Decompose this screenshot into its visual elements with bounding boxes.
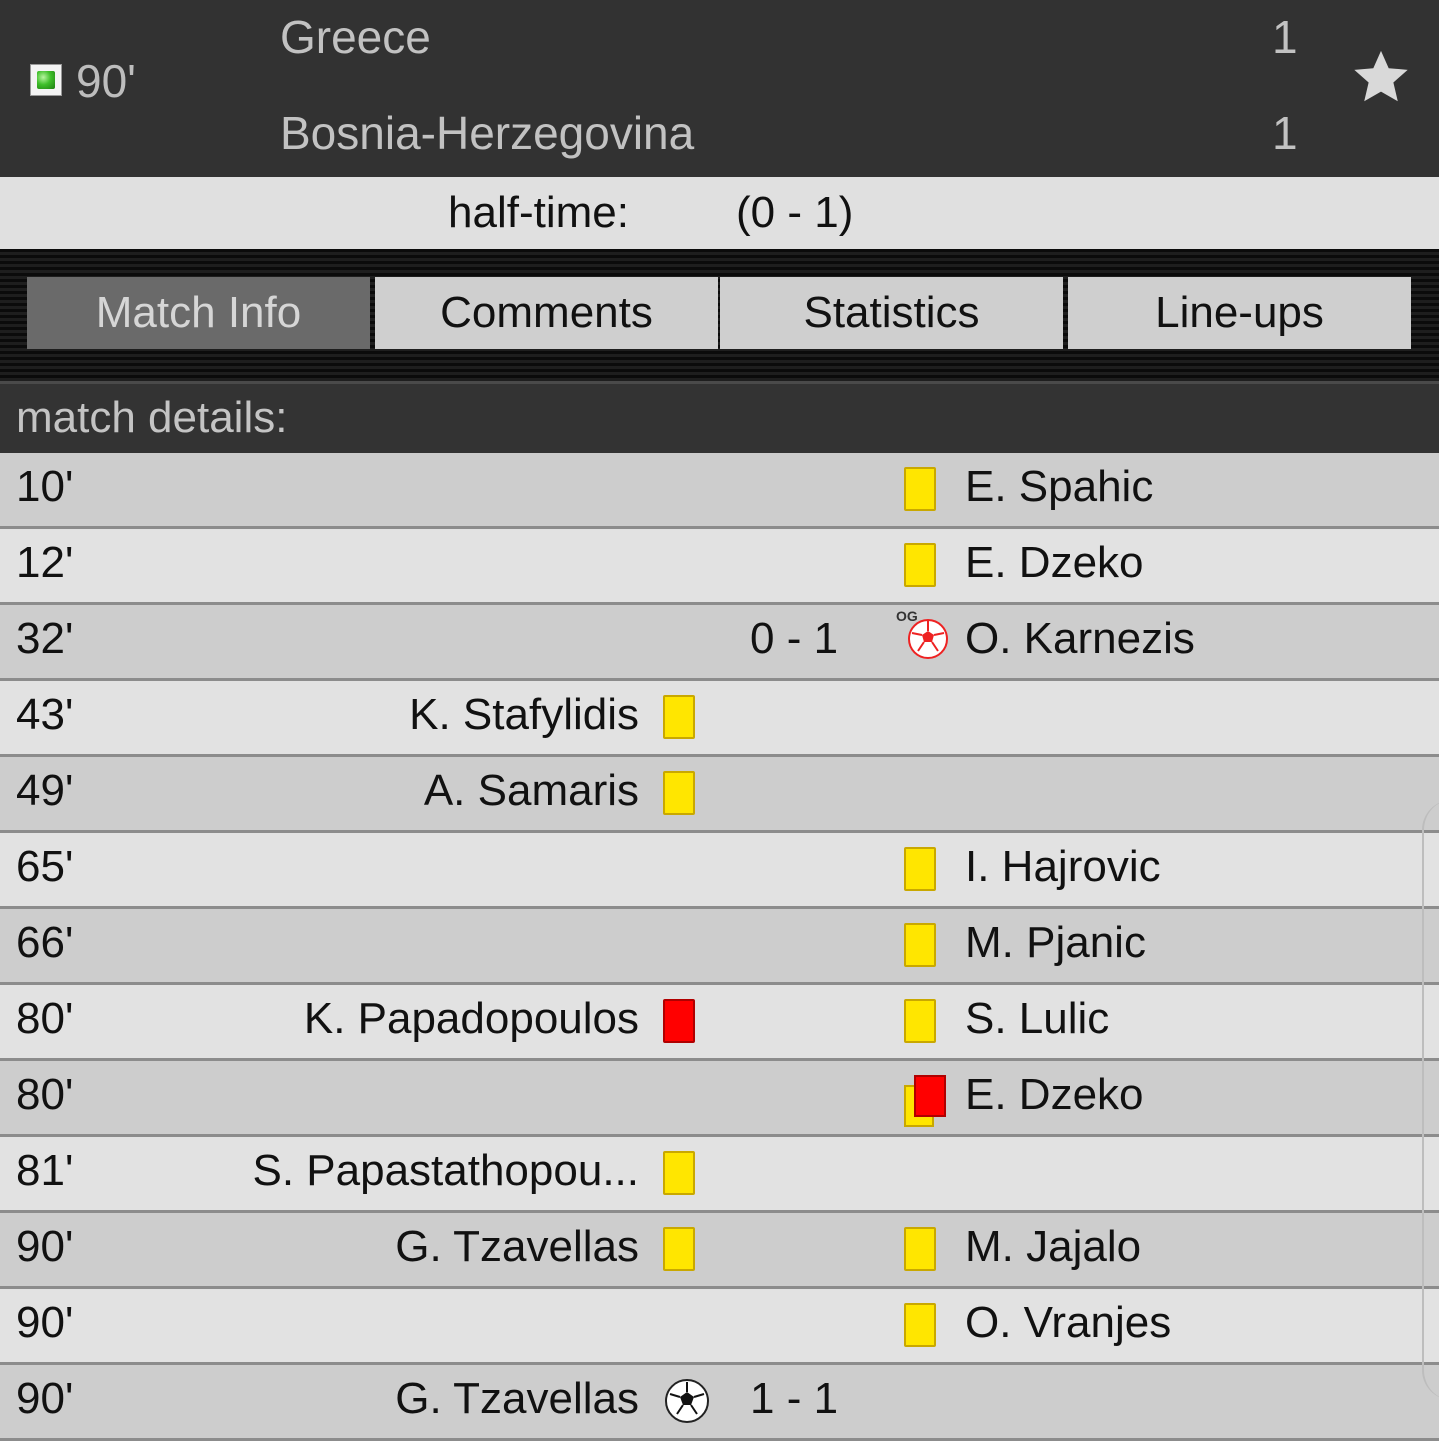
event-minute: 10' bbox=[16, 462, 74, 511]
home-player-name: K. Papadopoulos bbox=[303, 994, 639, 1043]
home-event-icon-slot bbox=[663, 1227, 695, 1271]
home-player-name: G. Tzavellas bbox=[395, 1222, 639, 1271]
event-row: 32' 0 - 1 OG O. Karnezis bbox=[0, 605, 1439, 681]
away-event-icon-slot bbox=[904, 923, 936, 967]
live-indicator-icon bbox=[30, 64, 62, 96]
own-goal-icon: OG bbox=[894, 605, 954, 670]
tab-bar: Match Info Comments Statistics Line-ups bbox=[0, 249, 1439, 381]
event-minute: 43' bbox=[16, 690, 74, 739]
event-row: 66' M. Pjanic bbox=[0, 909, 1439, 985]
halftime-score: (0 - 1) bbox=[736, 188, 854, 237]
away-team-name: Bosnia-Herzegovina bbox=[280, 107, 695, 159]
yellow-card-icon bbox=[904, 923, 936, 967]
match-details-header: match details: bbox=[0, 381, 1439, 453]
away-player-name: I. Hajrovic bbox=[965, 842, 1161, 891]
home-team-score: 1 bbox=[1272, 11, 1298, 63]
event-score: 1 - 1 bbox=[750, 1374, 839, 1423]
tab-comments[interactable]: Comments bbox=[375, 277, 718, 349]
event-minute: 80' bbox=[16, 994, 74, 1043]
event-row: 80' E. Dzeko bbox=[0, 1061, 1439, 1137]
yellow-card-icon bbox=[904, 1227, 936, 1271]
away-event-icon-slot bbox=[904, 543, 936, 587]
event-minute: 90' bbox=[16, 1222, 74, 1271]
away-player-name: S. Lulic bbox=[965, 994, 1110, 1043]
event-row: 65' I. Hajrovic bbox=[0, 833, 1439, 909]
away-team-score: 1 bbox=[1272, 107, 1298, 159]
match-header: 90' Greece Bosnia-Herzegovina 1 1 bbox=[0, 0, 1439, 177]
event-score: 0 - 1 bbox=[750, 614, 839, 663]
section-title: match details: bbox=[16, 393, 288, 442]
away-player-name: E. Spahic bbox=[965, 462, 1154, 511]
yellow-card-icon bbox=[904, 847, 936, 891]
away-event-icon-slot bbox=[904, 1227, 936, 1271]
tab-statistics[interactable]: Statistics bbox=[720, 277, 1063, 349]
away-player-name: E. Dzeko bbox=[965, 1070, 1144, 1119]
event-row: 81' S. Papastathopou... bbox=[0, 1137, 1439, 1213]
yellow-card-icon bbox=[663, 695, 695, 739]
event-minute: 49' bbox=[16, 766, 74, 815]
away-player-name: E. Dzeko bbox=[965, 538, 1144, 587]
tab-match-info[interactable]: Match Info bbox=[27, 277, 370, 349]
event-minute: 12' bbox=[16, 538, 74, 587]
yellow-card-icon bbox=[663, 1151, 695, 1195]
away-event-icon-slot bbox=[904, 1075, 948, 1129]
home-event-icon-slot bbox=[663, 695, 695, 739]
event-row: 90' O. Vranjes bbox=[0, 1289, 1439, 1365]
event-minute: 90' bbox=[16, 1374, 74, 1423]
event-row: 90' G. Tzavellas 1 - 1 bbox=[0, 1365, 1439, 1441]
away-player-name: M. Pjanic bbox=[965, 918, 1146, 967]
event-minute: 66' bbox=[16, 918, 74, 967]
home-event-icon-slot bbox=[663, 1151, 695, 1195]
away-event-icon-slot bbox=[904, 467, 936, 511]
home-player-name: G. Tzavellas bbox=[395, 1374, 639, 1423]
red-card-icon bbox=[663, 999, 695, 1043]
yellow-card-icon bbox=[904, 999, 936, 1043]
yellow-card-icon bbox=[904, 543, 936, 587]
yellow-card-icon bbox=[904, 467, 936, 511]
event-row: 10' E. Spahic bbox=[0, 453, 1439, 529]
home-event-icon-slot bbox=[663, 999, 695, 1043]
goal-ball-icon bbox=[663, 1377, 711, 1430]
tab-line-ups[interactable]: Line-ups bbox=[1068, 277, 1411, 349]
event-minute: 32' bbox=[16, 614, 74, 663]
yellow-card-icon bbox=[663, 771, 695, 815]
event-minute: 90' bbox=[16, 1298, 74, 1347]
event-minute: 65' bbox=[16, 842, 74, 891]
yellow-card-icon bbox=[904, 1303, 936, 1347]
home-team-name: Greece bbox=[280, 11, 431, 63]
second-yellow-card-icon bbox=[904, 1075, 948, 1129]
event-row: 49' A. Samaris bbox=[0, 757, 1439, 833]
svg-text:OG: OG bbox=[896, 608, 918, 624]
event-minute: 81' bbox=[16, 1146, 74, 1195]
away-player-name: M. Jajalo bbox=[965, 1222, 1142, 1271]
events-list: 10' E. Spahic 12' E. Dzeko 32' 0 - 1 OG O. Karn… bbox=[0, 453, 1439, 1441]
home-event-icon-slot bbox=[663, 771, 695, 815]
home-player-name: K. Stafylidis bbox=[409, 690, 639, 739]
home-event-icon-slot bbox=[663, 1379, 711, 1430]
away-event-icon-slot bbox=[904, 1303, 936, 1347]
away-event-icon-slot bbox=[904, 999, 936, 1043]
event-row: 12' E. Dzeko bbox=[0, 529, 1439, 605]
star-icon[interactable] bbox=[1348, 44, 1414, 110]
away-event-icon-slot: OG bbox=[896, 608, 954, 670]
event-row: 43' K. Stafylidis bbox=[0, 681, 1439, 757]
event-row: 80' K. Papadopoulos S. Lulic bbox=[0, 985, 1439, 1061]
home-player-name: A. Samaris bbox=[423, 766, 639, 815]
halftime-label: half-time: bbox=[448, 188, 629, 237]
home-player-name: S. Papastathopou... bbox=[252, 1146, 639, 1195]
away-player-name: O. Vranjes bbox=[965, 1298, 1172, 1347]
event-minute: 80' bbox=[16, 1070, 74, 1119]
event-row: 90' G. Tzavellas M. Jajalo bbox=[0, 1213, 1439, 1289]
away-event-icon-slot bbox=[904, 847, 936, 891]
away-player-name: O. Karnezis bbox=[965, 614, 1195, 663]
halftime-bar: half-time: (0 - 1) bbox=[0, 177, 1439, 249]
match-minute: 90' bbox=[76, 55, 136, 107]
yellow-card-icon bbox=[663, 1227, 695, 1271]
